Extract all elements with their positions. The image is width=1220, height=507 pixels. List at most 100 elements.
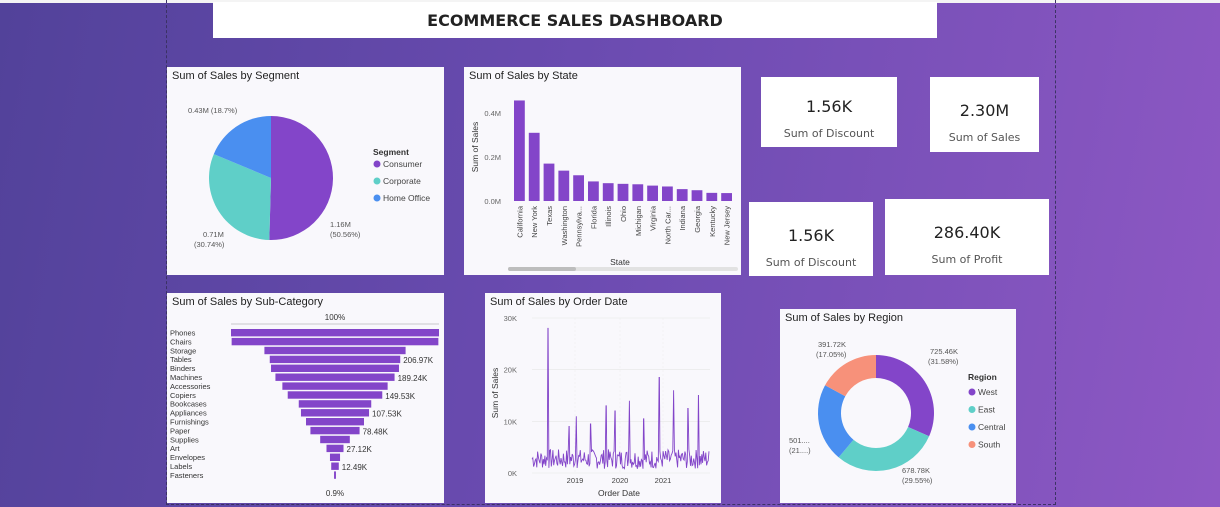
x-tick-label: Georgia — [693, 205, 702, 233]
data-label: 0.43M (18.7%) — [188, 106, 238, 115]
bar — [721, 193, 732, 201]
funnel-bar — [334, 471, 336, 479]
order-date-line-card[interactable]: Sum of Sales by Order Date 0K 10K 20K 30K 20… — [485, 293, 721, 503]
segment-pie-chart[interactable]: 1.16M(50.56%)0.71M(30.74%)0.43M (18.7%)S… — [167, 67, 444, 275]
funnel-category-label: Storage — [170, 346, 196, 355]
data-label: (31.58%) — [928, 357, 959, 366]
donut-slice-west — [876, 355, 934, 437]
x-tick-label: Michigan — [634, 206, 643, 236]
x-tick-label: New York — [530, 206, 539, 238]
data-label: (50.56%) — [330, 230, 361, 239]
order-date-line-chart[interactable]: 0K 10K 20K 30K 2019 2020 2021 Sum of Sales Order… — [485, 293, 721, 503]
x-tick-label: Kentucky — [708, 206, 717, 237]
funnel-category-label: Envelopes — [170, 453, 205, 462]
x-tick-label: Pennsylva... — [575, 206, 584, 247]
kpi-card-sales[interactable]: 2.30M Sum of Sales — [930, 77, 1039, 152]
kpi-label: Sum of Profit — [931, 253, 1003, 266]
funnel-bar — [282, 382, 388, 390]
x-tick-label: Illinois — [604, 206, 613, 227]
bar — [706, 192, 718, 201]
funnel-category-label: Labels — [170, 462, 192, 471]
funnel-bar — [287, 391, 383, 399]
page-title: ECOMMERCE SALES DASHBOARD — [213, 2, 937, 38]
bar — [573, 175, 584, 201]
kpi-value: 2.30M — [959, 101, 1010, 120]
funnel-data-label: 189.24K — [398, 374, 428, 383]
scrollbar-thumb — [508, 267, 576, 271]
funnel-category-label: Appliances — [170, 409, 207, 418]
y-axis-label: Sum of Sales — [470, 122, 480, 173]
kpi-card-discount-2[interactable]: 1.56K Sum of Discount — [749, 202, 873, 276]
state-bar-chart[interactable]: 0.0M 0.2M 0.4M Sum of Sales California New Yo… — [464, 67, 741, 275]
segment-pie-card[interactable]: Sum of Sales by Segment 1.16M (50.56%) 0.7… — [167, 67, 444, 275]
legend-item: Consumer — [383, 159, 422, 169]
subcategory-funnel-card[interactable]: Sum of Sales by Sub-Category 100% Phones C… — [167, 293, 444, 503]
funnel-top-label: 100% — [325, 313, 345, 322]
bar — [632, 184, 644, 201]
y-tick-label: 0.0M — [484, 197, 501, 206]
data-label: 0.71M — [203, 230, 224, 239]
data-label: 391.72K — [818, 340, 846, 349]
funnel-data-label: 107.53K — [372, 410, 402, 419]
x-tick-label: Indiana — [678, 205, 687, 230]
kpi-card-discount[interactable]: 1.56K Sum of Discount — [761, 77, 897, 147]
data-label: 501.... — [789, 436, 810, 445]
funnel-category-label: Supplies — [170, 435, 199, 444]
bar — [676, 189, 688, 201]
bar — [528, 132, 540, 201]
y-axis-label: Sum of Sales — [490, 368, 500, 419]
x-axis-label: State — [610, 257, 630, 267]
x-axis-label: Order Date — [598, 488, 640, 498]
state-bar-card[interactable]: Sum of Sales by State 0.0M 0.2M 0.4M Sum of… — [464, 67, 741, 275]
funnel-bar — [310, 426, 360, 435]
legend-marker — [373, 194, 381, 202]
legend-marker — [373, 160, 381, 168]
kpi-label: Sum of Sales — [948, 131, 1021, 144]
y-tick-label: 30K — [504, 314, 517, 323]
region-donut-chart[interactable]: 725.46K(31.58%) 678.78K(29.55%) 501....(21… — [780, 309, 1016, 503]
funnel-category-label: Copiers — [170, 391, 196, 400]
bar — [543, 163, 555, 201]
legend-item: Central — [978, 422, 1006, 432]
funnel-category-label: Chairs — [170, 337, 192, 346]
funnel-bar — [298, 400, 372, 408]
funnel-bar — [231, 329, 439, 337]
subcategory-funnel-chart[interactable]: 100% PhonesChairsStorageTables 206.97K Bind… — [167, 293, 444, 503]
bar — [588, 181, 599, 201]
funnel-bar — [326, 444, 344, 453]
data-label: (21....) — [789, 446, 811, 455]
funnel-category-label: Bookcases — [170, 400, 207, 409]
data-label: 678.78K — [902, 466, 930, 475]
legend-title: Region — [968, 372, 997, 382]
x-tick-label: 2021 — [655, 476, 672, 485]
funnel-bar — [275, 373, 395, 381]
x-tick-label: Texas — [545, 206, 554, 226]
region-donut-card[interactable]: Sum of Sales by Region 725.46K (31.58%) 67… — [780, 309, 1016, 503]
kpi-card-profit[interactable]: 286.40K Sum of Profit — [885, 199, 1049, 275]
x-tick-label: New Jersey — [723, 206, 732, 245]
funnel-bar — [331, 462, 339, 470]
funnel-bar — [329, 453, 341, 461]
data-label: 725.46K — [930, 347, 958, 356]
legend-marker — [373, 177, 381, 185]
funnel-category-label: Binders — [170, 364, 196, 373]
legend-item: Home Office — [383, 193, 430, 203]
legend-marker — [968, 423, 976, 431]
funnel-data-label: 12.49K — [342, 463, 368, 472]
bar — [617, 183, 629, 201]
funnel-category-label: Phones — [170, 329, 196, 338]
funnel-data-label: 78.48K — [363, 427, 389, 436]
legend-item: Corporate — [383, 176, 421, 186]
x-tick-label: North Car... — [663, 206, 672, 244]
donut-slice-east — [838, 427, 930, 471]
pie-slice-consumer — [269, 116, 333, 240]
legend-marker — [968, 388, 976, 396]
funnel-bottom-label: 0.9% — [326, 489, 344, 498]
x-tick-label: Virginia — [649, 205, 658, 231]
data-label: 1.16M — [330, 220, 351, 229]
x-tick-label: Washington — [560, 206, 569, 245]
kpi-label: Sum of Discount — [765, 256, 857, 269]
legend-item: East — [978, 405, 996, 415]
x-tick-label: Florida — [589, 205, 598, 229]
x-tick-label: Ohio — [619, 206, 628, 222]
